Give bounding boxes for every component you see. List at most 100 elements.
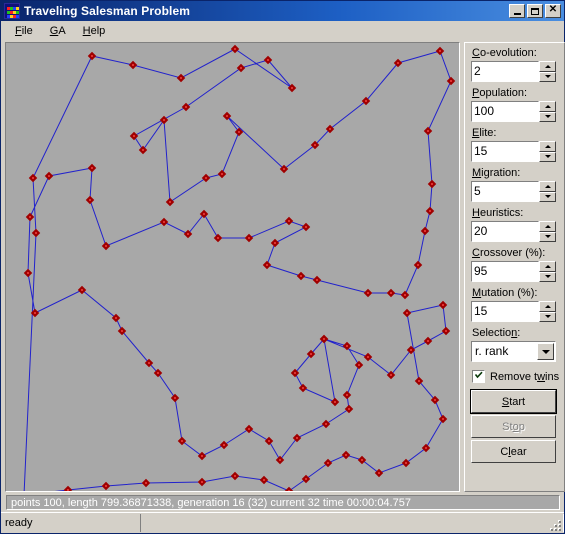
tour-point-center bbox=[348, 408, 350, 410]
spinner-buttons-population bbox=[539, 101, 556, 122]
input-migration[interactable]: 5 bbox=[470, 180, 540, 203]
main-content: Co-evolution: 2 Population: 100 Elite: 1… bbox=[1, 41, 565, 492]
input-population[interactable]: 100 bbox=[470, 100, 540, 123]
start-button-label: Start bbox=[501, 395, 526, 408]
label-heuristics: Heuristics: bbox=[472, 207, 524, 219]
spinner-up-coevolution[interactable] bbox=[539, 61, 556, 72]
clear-button[interactable]: Clear bbox=[471, 440, 556, 463]
tour-point-center bbox=[305, 226, 307, 228]
spinner-up-migration[interactable] bbox=[539, 181, 556, 192]
spinner-up-heuristics[interactable] bbox=[539, 221, 556, 232]
tour-point-center bbox=[221, 173, 223, 175]
label-mutation-text: utation (%): bbox=[481, 287, 538, 299]
spinner-down-mutation[interactable] bbox=[539, 311, 556, 322]
spinner-up-crossover[interactable] bbox=[539, 261, 556, 272]
tour-point-center bbox=[427, 340, 429, 342]
resize-grip[interactable] bbox=[548, 518, 562, 532]
tour-point-center bbox=[180, 77, 182, 79]
tour-plot bbox=[19, 44, 456, 491]
close-button[interactable]: ✕ bbox=[545, 4, 561, 18]
tour-canvas[interactable] bbox=[5, 42, 460, 492]
spinner-elite[interactable]: 15 bbox=[470, 140, 556, 163]
checkbox-remove-twins-label: Remove twins bbox=[490, 370, 560, 383]
tour-point-center bbox=[427, 130, 429, 132]
tour-point-center bbox=[439, 50, 441, 52]
spinner-down-coevolution[interactable] bbox=[539, 71, 556, 82]
tour-point-center bbox=[310, 353, 312, 355]
label-migration-text: igration: bbox=[481, 167, 521, 179]
menu-item-file[interactable]: File bbox=[7, 23, 42, 39]
start-button[interactable]: Start bbox=[470, 389, 557, 414]
arrow-up-icon bbox=[544, 144, 551, 148]
tour-point-center bbox=[148, 362, 150, 364]
arrow-down-icon bbox=[544, 315, 551, 319]
checkbox-remove-twins-box[interactable] bbox=[472, 370, 485, 383]
tour-point-center bbox=[238, 131, 240, 133]
status-bar-text: ready bbox=[1, 514, 141, 532]
tour-point-center bbox=[201, 481, 203, 483]
label-crossover: Crossover (%): bbox=[472, 247, 546, 259]
arrow-up-icon bbox=[544, 104, 551, 108]
input-elite[interactable]: 15 bbox=[470, 140, 540, 163]
status-bar-spacer bbox=[141, 514, 564, 532]
tour-point-center bbox=[81, 289, 83, 291]
spinner-down-crossover[interactable] bbox=[539, 271, 556, 282]
tour-point-center bbox=[429, 210, 431, 212]
arrow-up-icon bbox=[544, 264, 551, 268]
tour-point-center bbox=[132, 64, 134, 66]
menu-item-ga[interactable]: GA bbox=[42, 23, 75, 39]
tour-point-center bbox=[27, 272, 29, 274]
select-selection[interactable]: r. rank bbox=[471, 341, 556, 362]
menu-item-file-label: ile bbox=[21, 25, 33, 37]
spinner-up-population[interactable] bbox=[539, 101, 556, 112]
tour-point-center bbox=[121, 330, 123, 332]
tour-point-center bbox=[442, 418, 444, 420]
input-mutation[interactable]: 15 bbox=[470, 300, 540, 323]
tour-point-center bbox=[346, 394, 348, 396]
spinner-down-elite[interactable] bbox=[539, 151, 556, 162]
maximize-button[interactable] bbox=[527, 4, 543, 18]
tour-point-center bbox=[89, 199, 91, 201]
tour-point-center bbox=[442, 304, 444, 306]
input-heuristics[interactable]: 20 bbox=[470, 220, 540, 243]
input-coevolution[interactable]: 2 bbox=[470, 60, 540, 83]
tour-point-center bbox=[157, 372, 159, 374]
label-elite-text: lite: bbox=[479, 127, 497, 139]
spinner-migration[interactable]: 5 bbox=[470, 180, 556, 203]
spinner-mutation[interactable]: 15 bbox=[470, 300, 556, 323]
tour-point-center bbox=[217, 237, 219, 239]
arrow-up-icon bbox=[544, 184, 551, 188]
spinner-population[interactable]: 100 bbox=[470, 100, 556, 123]
select-selection-arrow[interactable] bbox=[537, 343, 554, 360]
info-bar: points 100, length 799.36871338, generat… bbox=[6, 495, 560, 510]
menu-item-help-label: elp bbox=[90, 25, 106, 37]
minimize-icon bbox=[513, 12, 521, 15]
spinner-down-migration[interactable] bbox=[539, 191, 556, 202]
arrow-up-icon bbox=[544, 224, 551, 228]
tour-point-center bbox=[334, 401, 336, 403]
menu-item-help[interactable]: Help bbox=[75, 23, 115, 39]
tour-point-center bbox=[405, 462, 407, 464]
tour-point-center bbox=[397, 62, 399, 64]
spinner-crossover[interactable]: 95 bbox=[470, 260, 556, 283]
spinner-down-population[interactable] bbox=[539, 111, 556, 122]
tour-point-center bbox=[361, 459, 363, 461]
checkbox-remove-twins[interactable]: Remove twins bbox=[472, 370, 559, 383]
app-icon bbox=[4, 3, 20, 19]
spinner-down-heuristics[interactable] bbox=[539, 231, 556, 242]
spinner-up-mutation[interactable] bbox=[539, 301, 556, 312]
tour-point-center bbox=[288, 220, 290, 222]
stop-button: Stop bbox=[471, 415, 556, 438]
arrow-down-icon bbox=[544, 75, 551, 79]
minimize-button[interactable] bbox=[509, 4, 525, 18]
spinner-heuristics[interactable]: 20 bbox=[470, 220, 556, 243]
tour-point-center bbox=[163, 221, 165, 223]
spinner-coevolution[interactable]: 2 bbox=[470, 60, 556, 83]
spinner-up-elite[interactable] bbox=[539, 141, 556, 152]
spinner-buttons-heuristics bbox=[539, 221, 556, 242]
check-icon bbox=[475, 371, 483, 379]
input-crossover[interactable]: 95 bbox=[470, 260, 540, 283]
tour-point-center bbox=[234, 48, 236, 50]
tour-point-center bbox=[35, 232, 37, 234]
window-controls: ✕ bbox=[509, 4, 561, 18]
